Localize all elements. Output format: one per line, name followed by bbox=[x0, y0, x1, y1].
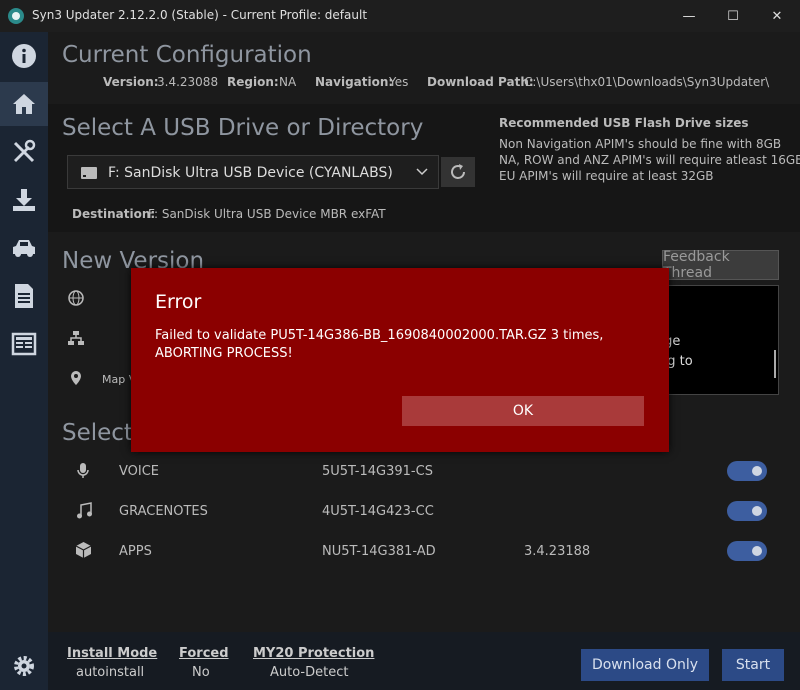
globe-icon bbox=[68, 290, 84, 306]
sidebar-item-about[interactable] bbox=[0, 34, 48, 78]
notes-scrollbar[interactable] bbox=[774, 350, 776, 378]
error-dialog: Error Failed to validate PU5T-14G386-BB_… bbox=[131, 268, 669, 452]
apps-toggle[interactable] bbox=[727, 541, 767, 561]
recommended-title: Recommended USB Flash Drive sizes bbox=[499, 116, 749, 130]
package-version: 3.4.23188 bbox=[524, 544, 591, 559]
drive-icon bbox=[81, 167, 97, 179]
refresh-icon bbox=[451, 164, 465, 179]
release-notes-box[interactable]: rge ng to bbox=[650, 285, 779, 395]
sidebar-item-home[interactable] bbox=[0, 82, 48, 126]
navigation-label: Navigation: bbox=[315, 75, 394, 89]
sidebar-item-news[interactable] bbox=[0, 322, 48, 366]
car-icon bbox=[13, 240, 35, 257]
recommended-line: Non Navigation APIM's should be fine wit… bbox=[499, 137, 782, 151]
forced-value: No bbox=[192, 665, 210, 680]
network-icon bbox=[68, 331, 84, 345]
feedback-thread-button[interactable]: Feedback Thread bbox=[662, 249, 779, 281]
download-only-button[interactable]: Download Only bbox=[581, 649, 709, 681]
sidebar bbox=[0, 32, 48, 690]
install-mode-label[interactable]: Install Mode bbox=[67, 646, 157, 661]
close-button[interactable]: ✕ bbox=[754, 0, 800, 32]
sidebar-item-settings[interactable] bbox=[0, 644, 48, 688]
chevron-down-icon bbox=[416, 168, 428, 176]
info-icon bbox=[12, 44, 36, 68]
dialog-title: Error bbox=[155, 291, 202, 313]
document-icon bbox=[15, 284, 33, 308]
destination-label: Destination: bbox=[72, 207, 156, 221]
download-path-label: Download Path: bbox=[427, 75, 534, 89]
start-button[interactable]: Start bbox=[722, 649, 784, 681]
newspaper-icon bbox=[11, 332, 37, 356]
navigation-value: Yes bbox=[389, 75, 409, 89]
title-bar: Syn3 Updater 2.12.2.0 (Stable) - Current… bbox=[0, 0, 800, 32]
my20-protection-label[interactable]: MY20 Protection bbox=[253, 646, 374, 661]
sidebar-item-logs[interactable] bbox=[0, 274, 48, 318]
dialog-message: Failed to validate PU5T-14G386-BB_169084… bbox=[155, 328, 604, 361]
download-icon bbox=[13, 189, 35, 211]
package-row-apps: APPS NU5T-14G381-AD 3.4.23188 bbox=[48, 530, 800, 570]
package-name: APPS bbox=[119, 544, 152, 559]
recommended-line: EU APIM's will require at least 32GB bbox=[499, 169, 714, 183]
gear-icon bbox=[14, 656, 34, 676]
refresh-drives-button[interactable] bbox=[441, 157, 475, 187]
package-name: VOICE bbox=[119, 464, 160, 479]
usb-drive-select[interactable]: F: SanDisk Ultra USB Device (CYANLABS) bbox=[67, 155, 439, 189]
download-path-value: C:\Users\thx01\Downloads\Syn3Updater\ bbox=[524, 75, 770, 89]
install-mode-value: autoinstall bbox=[76, 665, 145, 680]
destination-value: F: SanDisk Ultra USB Device MBR exFAT bbox=[148, 207, 386, 221]
region-value: NA bbox=[279, 75, 297, 89]
package-box-icon bbox=[75, 542, 92, 558]
app-logo-icon bbox=[8, 8, 24, 24]
minimize-button[interactable]: — bbox=[666, 0, 712, 32]
package-name: GRACENOTES bbox=[119, 504, 208, 519]
package-row-gracenotes: GRACENOTES 4U5T-14G423-CC bbox=[48, 490, 800, 530]
sidebar-item-vehicle[interactable] bbox=[0, 226, 48, 270]
ok-button[interactable]: OK bbox=[402, 396, 644, 426]
package-part: 4U5T-14G423-CC bbox=[322, 504, 434, 519]
gracenotes-toggle[interactable] bbox=[727, 501, 767, 521]
selected-drive: F: SanDisk Ultra USB Device (CYANLABS) bbox=[108, 165, 393, 181]
voice-toggle[interactable] bbox=[727, 461, 767, 481]
config-title: Current Configuration bbox=[62, 42, 312, 68]
package-row-voice: VOICE 5U5T-14G391-CS bbox=[48, 450, 800, 490]
map-pin-icon bbox=[71, 371, 81, 385]
package-part: 5U5T-14G391-CS bbox=[322, 464, 433, 479]
music-note-icon bbox=[77, 502, 92, 519]
package-part: NU5T-14G381-AD bbox=[322, 544, 436, 559]
forced-label[interactable]: Forced bbox=[179, 646, 229, 661]
usb-title: Select A USB Drive or Directory bbox=[62, 115, 424, 141]
region-label: Region: bbox=[227, 75, 279, 89]
tools-icon bbox=[13, 139, 36, 163]
sidebar-item-downloads[interactable] bbox=[0, 178, 48, 222]
version-value: 3.4.23088 bbox=[157, 75, 219, 89]
recommended-line: NA, ROW and ANZ APIM's will require atle… bbox=[499, 153, 800, 167]
my20-protection-value: Auto-Detect bbox=[270, 665, 349, 680]
microphone-icon bbox=[77, 463, 89, 478]
window-title: Syn3 Updater 2.12.2.0 (Stable) - Current… bbox=[32, 8, 368, 22]
footer-bar: Install Mode autoinstall Forced No MY20 … bbox=[48, 632, 800, 690]
home-icon bbox=[13, 94, 35, 114]
sidebar-item-utility[interactable] bbox=[0, 130, 48, 174]
version-label: Version: bbox=[103, 75, 159, 89]
maximize-button[interactable]: ☐ bbox=[710, 0, 756, 32]
